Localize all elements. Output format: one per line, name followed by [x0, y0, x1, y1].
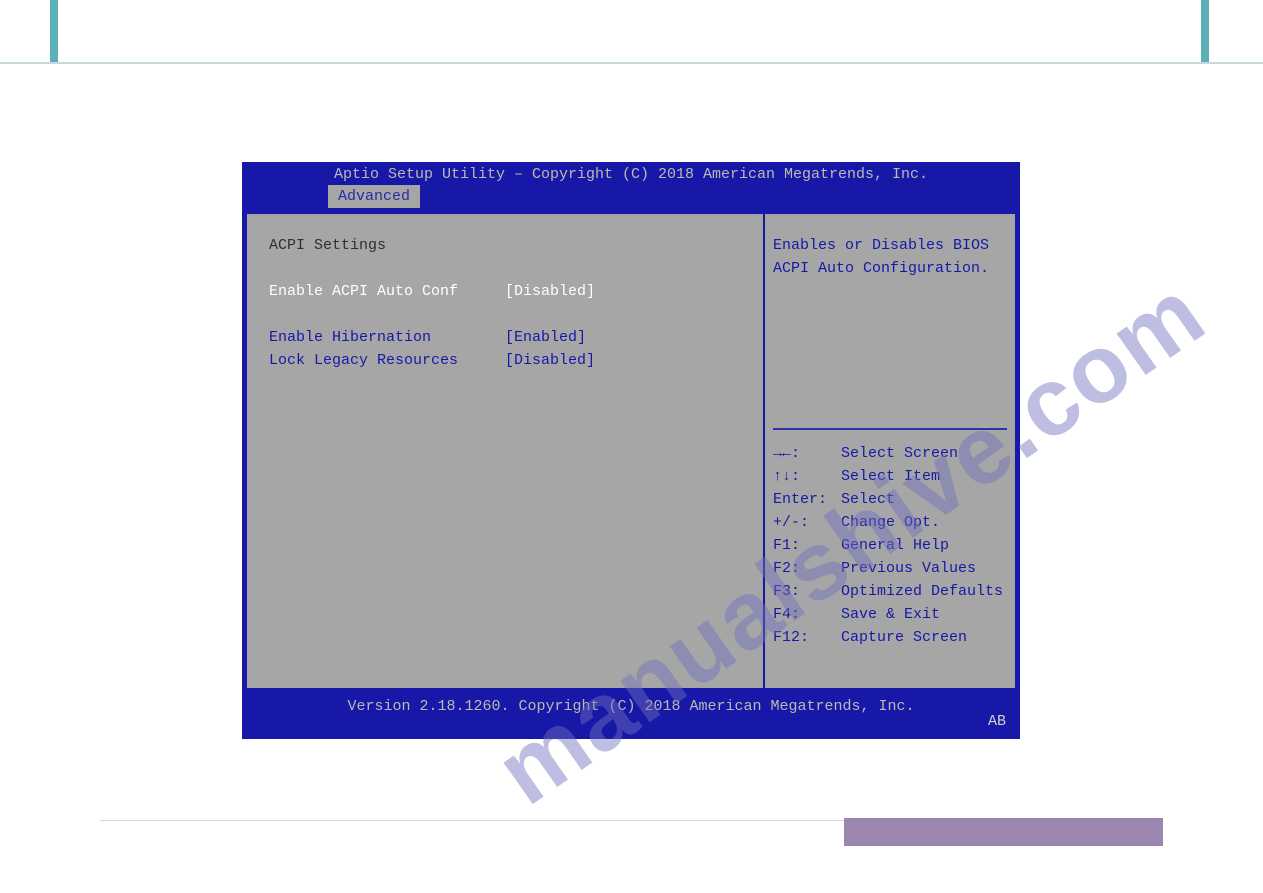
footer-accent — [844, 818, 1163, 846]
bios-title: Aptio Setup Utility – Copyright (C) 2018… — [242, 162, 1020, 185]
help-key: Enter: — [773, 488, 841, 511]
bios-tab-bar: Advanced — [242, 185, 1020, 208]
help-text: Select — [841, 488, 895, 511]
help-change-opt: +/-: Change Opt. — [773, 511, 1007, 534]
tab-advanced[interactable]: Advanced — [328, 185, 420, 208]
footer-rule — [100, 820, 844, 821]
help-select-item: ↑↓: Select Item — [773, 465, 1007, 488]
help-text: Save & Exit — [841, 603, 940, 626]
header-accent-right — [1201, 0, 1209, 64]
help-enter: Enter: Select — [773, 488, 1007, 511]
help-key: +/-: — [773, 511, 841, 534]
help-text: Capture Screen — [841, 626, 967, 649]
help-f3: F3: Optimized Defaults — [773, 580, 1007, 603]
help-text: Select Screen — [841, 442, 958, 465]
help-text: Optimized Defaults — [841, 580, 1003, 603]
setting-label: Enable ACPI Auto Conf — [269, 280, 505, 303]
setting-value: [Disabled] — [505, 280, 741, 303]
help-f12: F12: Capture Screen — [773, 626, 1007, 649]
setting-hibernation[interactable]: Enable Hibernation [Enabled] — [269, 326, 741, 349]
header-underline — [0, 62, 1263, 64]
help-text: General Help — [841, 534, 949, 557]
help-key: F4: — [773, 603, 841, 626]
help-key: F12: — [773, 626, 841, 649]
arrow-ud-icon: ↑↓: — [773, 465, 841, 488]
settings-panel: ACPI Settings Enable ACPI Auto Conf [Dis… — [247, 214, 763, 688]
help-select-screen: →←: Select Screen — [773, 442, 1007, 465]
spacer — [269, 303, 741, 326]
setting-label: Enable Hibernation — [269, 326, 505, 349]
help-f4: F4: Save & Exit — [773, 603, 1007, 626]
help-separator — [773, 428, 1007, 430]
arrow-lr-icon: →←: — [773, 442, 841, 465]
page-header — [0, 0, 1263, 64]
help-f1: F1: General Help — [773, 534, 1007, 557]
help-text: Change Opt. — [841, 511, 940, 534]
bios-corner-badge: AB — [988, 710, 1006, 733]
setting-acpi-auto-conf[interactable]: Enable ACPI Auto Conf [Disabled] — [269, 280, 741, 303]
help-text: Select Item — [841, 465, 940, 488]
help-key: F1: — [773, 534, 841, 557]
setting-lock-legacy[interactable]: Lock Legacy Resources [Disabled] — [269, 349, 741, 372]
setting-value: [Enabled] — [505, 326, 741, 349]
help-panel: Enables or Disables BIOS ACPI Auto Confi… — [765, 214, 1015, 688]
help-key: F3: — [773, 580, 841, 603]
section-title: ACPI Settings — [269, 234, 741, 257]
bios-footer: Version 2.18.1260. Copyright (C) 2018 Am… — [242, 689, 1020, 716]
setting-value: [Disabled] — [505, 349, 741, 372]
setting-description: Enables or Disables BIOS ACPI Auto Confi… — [773, 234, 1007, 280]
header-accent-left — [50, 0, 58, 64]
bios-window: Aptio Setup Utility – Copyright (C) 2018… — [242, 162, 1020, 739]
bios-content: ACPI Settings Enable ACPI Auto Conf [Dis… — [247, 208, 1015, 689]
help-key: F2: — [773, 557, 841, 580]
setting-label: Lock Legacy Resources — [269, 349, 505, 372]
help-text: Previous Values — [841, 557, 976, 580]
help-f2: F2: Previous Values — [773, 557, 1007, 580]
